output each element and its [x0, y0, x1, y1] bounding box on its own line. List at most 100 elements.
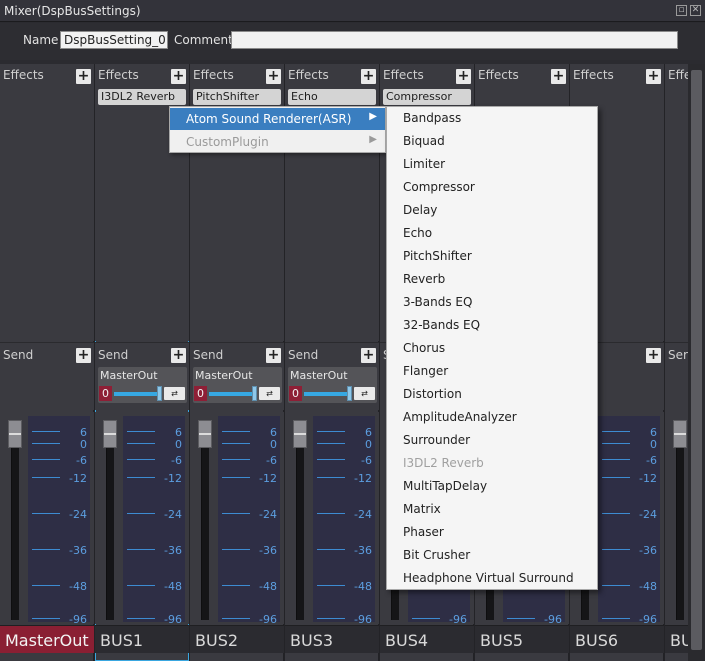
- effects-panel[interactable]: Effe+: [665, 64, 688, 341]
- bus-name[interactable]: BUS2: [190, 625, 284, 653]
- fader-knob[interactable]: [8, 420, 22, 448]
- send-slot[interactable]: MasterOut 0 ⇄: [193, 367, 282, 403]
- bus-strip[interactable]: Effects + I3DL2 Reverb Send + MasterOut 0 ⇄ 6 0 -6…: [95, 64, 189, 661]
- send-level-slider[interactable]: [209, 392, 253, 396]
- effect-chip[interactable]: Compressor: [383, 89, 471, 105]
- add-effect-plus-icon[interactable]: +: [646, 69, 661, 84]
- send-panel[interactable]: Send + MasterOut 0 ⇄: [95, 342, 189, 410]
- menu-item[interactable]: Atom Sound Renderer(ASR) ▶: [170, 108, 385, 130]
- chevron-right-icon: ▶: [369, 134, 377, 145]
- send-panel[interactable]: Send + MasterOut 0 ⇄: [190, 342, 284, 410]
- effect-chip[interactable]: PitchShifter: [193, 89, 281, 105]
- submenu-item[interactable]: I3DL2 Reverb: [387, 452, 597, 475]
- meter-tick-label: 0: [365, 438, 372, 451]
- fader-track[interactable]: [201, 434, 209, 620]
- submenu-item[interactable]: Distortion: [387, 383, 597, 406]
- effects-panel[interactable]: Effects +: [0, 64, 94, 341]
- bus-name[interactable]: MasterOut: [0, 625, 94, 653]
- comment-field[interactable]: [231, 31, 678, 49]
- fader-track[interactable]: [106, 434, 114, 620]
- send-slot[interactable]: MasterOut 0 ⇄: [98, 367, 187, 403]
- bus-name[interactable]: BUS4: [380, 625, 474, 653]
- effect-chip[interactable]: Echo: [288, 89, 376, 105]
- send-slot[interactable]: MasterOut 0 ⇄: [288, 367, 377, 403]
- add-send-plus-icon[interactable]: +: [646, 348, 661, 363]
- name-field[interactable]: DspBusSetting_0: [60, 31, 168, 49]
- effect-chip[interactable]: I3DL2 Reverb: [98, 89, 186, 105]
- submenu-item[interactable]: Compressor: [387, 176, 597, 199]
- submenu-item[interactable]: Chorus: [387, 337, 597, 360]
- submenu-item[interactable]: Flanger: [387, 360, 597, 383]
- meter-tick: [222, 477, 250, 478]
- fader-knob[interactable]: [103, 420, 117, 448]
- send-level-value[interactable]: 0: [289, 386, 302, 401]
- scrollbar-thumb[interactable]: [691, 70, 702, 650]
- add-effect-plus-icon[interactable]: +: [171, 69, 186, 84]
- submenu-item[interactable]: Bit Crusher: [387, 544, 597, 567]
- route-icon[interactable]: ⇄: [259, 387, 280, 400]
- menu-item-label: Atom Sound Renderer(ASR): [186, 112, 352, 126]
- send-level-knob[interactable]: [347, 386, 352, 401]
- fader-knob[interactable]: [198, 420, 212, 448]
- submenu-item[interactable]: Headphone Virtual Surround: [387, 567, 597, 590]
- submenu-item[interactable]: Matrix: [387, 498, 597, 521]
- meter-tick-label: 0: [175, 438, 182, 451]
- send-level-slider[interactable]: [304, 392, 348, 396]
- meter-tick-label: -24: [354, 508, 372, 521]
- fader-track[interactable]: [11, 434, 19, 620]
- submenu-item[interactable]: Reverb: [387, 268, 597, 291]
- bus-name[interactable]: BUS6: [570, 625, 664, 653]
- submenu-item[interactable]: 32-Bands EQ: [387, 314, 597, 337]
- submenu-item[interactable]: Biquad: [387, 130, 597, 153]
- add-send-plus-icon[interactable]: +: [266, 348, 281, 363]
- add-effect-plus-icon[interactable]: +: [551, 69, 566, 84]
- submenu-item[interactable]: 3-Bands EQ: [387, 291, 597, 314]
- submenu-item[interactable]: Echo: [387, 222, 597, 245]
- add-send-plus-icon[interactable]: +: [76, 348, 91, 363]
- submenu-item[interactable]: AmplitudeAnalyzer: [387, 406, 597, 429]
- effect-category-menu: Atom Sound Renderer(ASR) ▶ CustomPlugin ▶: [169, 106, 386, 153]
- fader-track[interactable]: [676, 434, 684, 620]
- meter-tick: [602, 477, 630, 478]
- send-panel[interactable]: Ser+: [665, 342, 688, 410]
- bus-name[interactable]: BU: [665, 625, 688, 653]
- bus-name[interactable]: BUS1: [95, 625, 189, 653]
- meter-tick: [412, 618, 440, 619]
- bus-name[interactable]: BUS3: [285, 625, 379, 653]
- send-level-value[interactable]: 0: [99, 386, 112, 401]
- bus-strip[interactable]: Effe+Ser+60-6-12-24-36-48-96BU: [665, 64, 688, 661]
- add-send-plus-icon[interactable]: +: [361, 348, 376, 363]
- send-level-value[interactable]: 0: [194, 386, 207, 401]
- send-level-knob[interactable]: [157, 386, 162, 401]
- fader-track[interactable]: [296, 434, 304, 620]
- close-icon[interactable]: ✕: [690, 5, 701, 16]
- submenu-item[interactable]: Limiter: [387, 153, 597, 176]
- bus-strip[interactable]: Effects + Send +6 0 -6 -12 -24 -36 -48 -96 MasterOu…: [0, 64, 94, 661]
- add-effect-plus-icon[interactable]: +: [76, 69, 91, 84]
- add-effect-plus-icon[interactable]: +: [361, 69, 376, 84]
- fader-knob[interactable]: [293, 420, 307, 448]
- meter-tick: [127, 513, 155, 514]
- send-level-slider[interactable]: [114, 392, 158, 396]
- menu-item[interactable]: CustomPlugin ▶: [170, 131, 385, 153]
- submenu-item[interactable]: PitchShifter: [387, 245, 597, 268]
- submenu-item[interactable]: Delay: [387, 199, 597, 222]
- add-send-plus-icon[interactable]: +: [171, 348, 186, 363]
- submenu-item[interactable]: Surrounder: [387, 429, 597, 452]
- add-effect-plus-icon[interactable]: +: [266, 69, 281, 84]
- vertical-scrollbar[interactable]: [688, 64, 705, 661]
- fader-knob[interactable]: [673, 420, 687, 448]
- bus-strip[interactable]: Effects + PitchShifter Send + MasterOut 0 ⇄ 6 0 -6…: [190, 64, 284, 661]
- submenu-item[interactable]: Phaser: [387, 521, 597, 544]
- add-effect-plus-icon[interactable]: +: [456, 69, 471, 84]
- bus-name[interactable]: BUS5: [475, 625, 569, 653]
- send-panel[interactable]: Send +: [0, 342, 94, 410]
- route-icon[interactable]: ⇄: [164, 387, 185, 400]
- send-panel[interactable]: Send + MasterOut 0 ⇄: [285, 342, 379, 410]
- submenu-item[interactable]: Bandpass: [387, 107, 597, 130]
- bus-strip[interactable]: Effects + Echo Send + MasterOut 0 ⇄ 6 0 -6 -12 -24 -3…: [285, 64, 379, 661]
- route-icon[interactable]: ⇄: [354, 387, 375, 400]
- send-level-knob[interactable]: [252, 386, 257, 401]
- maximize-icon[interactable]: ▫: [676, 5, 687, 16]
- submenu-item[interactable]: MultiTapDelay: [387, 475, 597, 498]
